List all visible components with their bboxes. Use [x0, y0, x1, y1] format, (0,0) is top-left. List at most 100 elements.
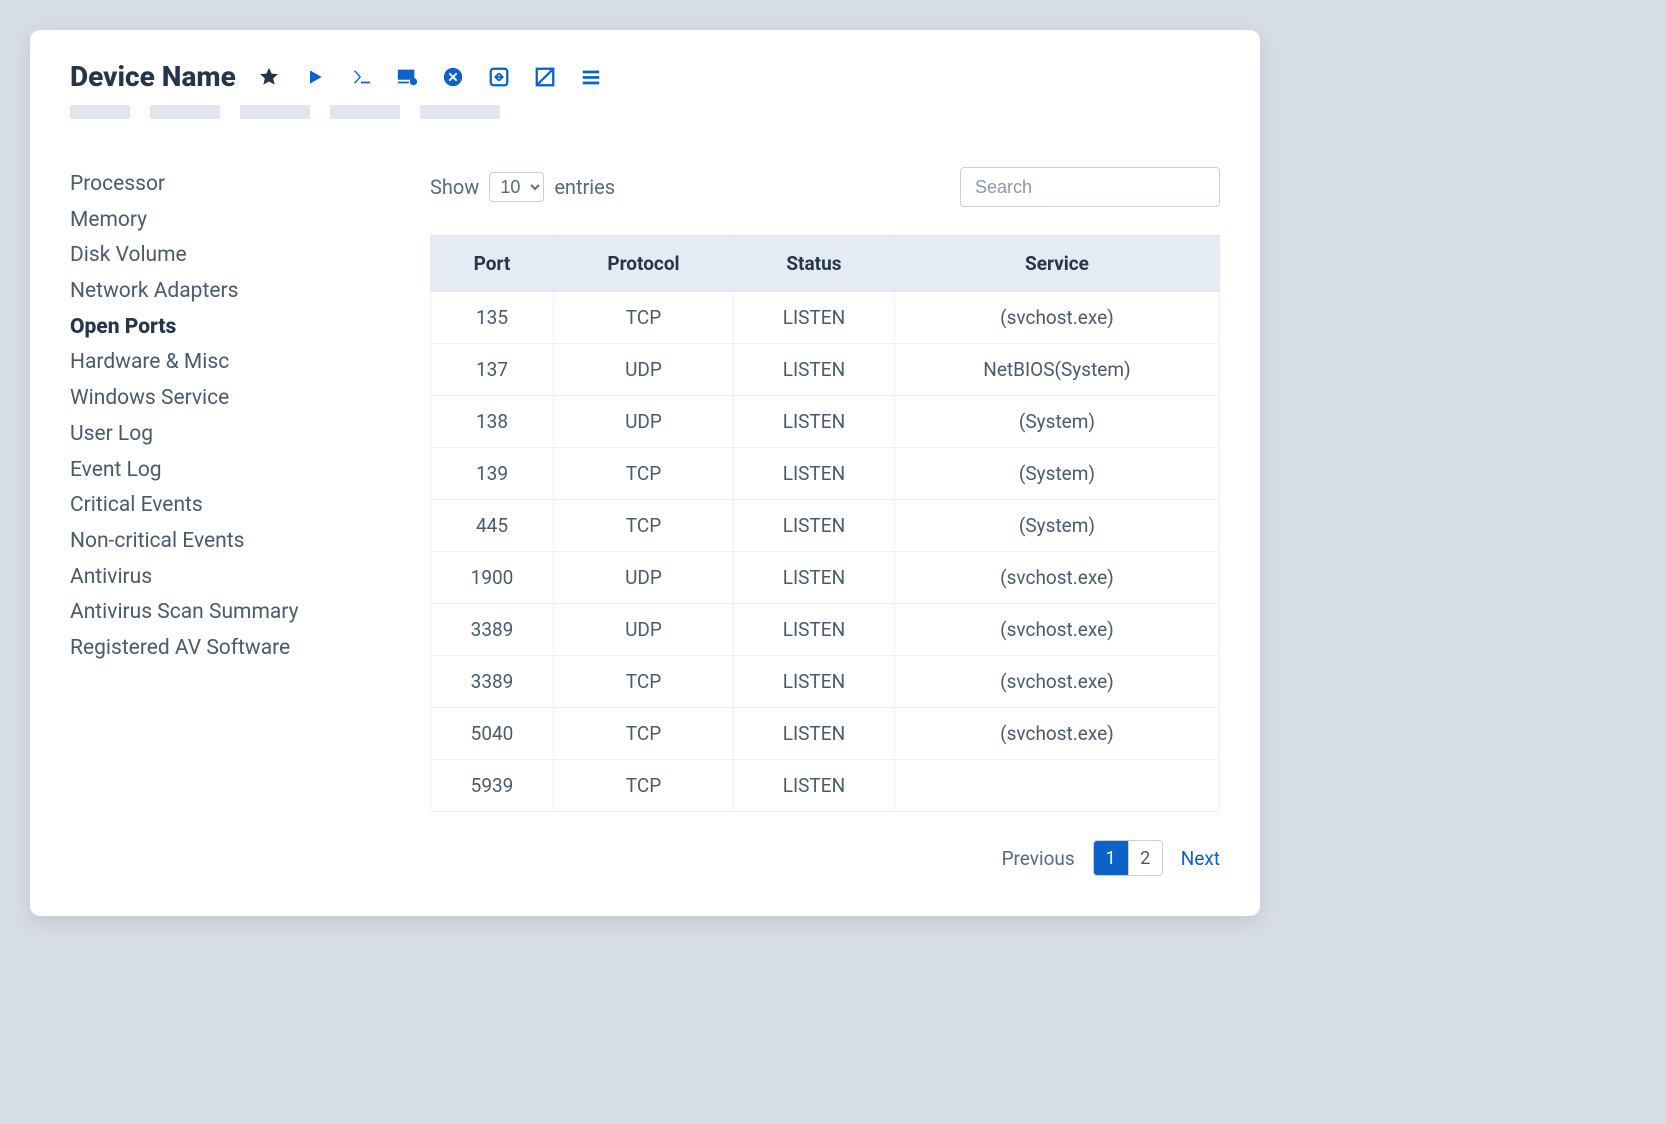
cell-protocol: UDP [554, 396, 734, 448]
cell-protocol: TCP [554, 656, 734, 708]
device-card: Device Name [30, 30, 1260, 916]
page-size-control: Show 10 entries [430, 172, 615, 202]
cell-status: LISTEN [733, 448, 894, 500]
play-icon[interactable] [304, 66, 326, 88]
table-row: 3389TCPLISTEN(svchost.exe) [431, 656, 1220, 708]
toolbar [258, 66, 602, 88]
cell-status: LISTEN [733, 396, 894, 448]
cell-service: (svchost.exe) [894, 292, 1219, 344]
column-header-port[interactable]: Port [431, 236, 554, 292]
cell-service: (svchost.exe) [894, 552, 1219, 604]
cell-protocol: UDP [554, 604, 734, 656]
header: Device Name [70, 60, 1220, 93]
cell-service: (System) [894, 396, 1219, 448]
pagination-previous[interactable]: Previous [1002, 847, 1075, 870]
column-header-protocol[interactable]: Protocol [554, 236, 734, 292]
entries-label: entries [554, 175, 615, 199]
breadcrumb-placeholders [70, 105, 1220, 119]
placeholder [420, 105, 500, 119]
table-row: 5040TCPLISTEN(svchost.exe) [431, 708, 1220, 760]
cell-port: 445 [431, 500, 554, 552]
cell-service: (svchost.exe) [894, 708, 1219, 760]
remote-desktop-icon[interactable] [396, 66, 418, 88]
table-row: 138UDPLISTEN(System) [431, 396, 1220, 448]
cell-protocol: TCP [554, 500, 734, 552]
open-ports-table: Port Protocol Status Service 135TCPLISTE… [430, 235, 1220, 812]
cell-service: (svchost.exe) [894, 656, 1219, 708]
cell-port: 3389 [431, 656, 554, 708]
device-title: Device Name [70, 60, 236, 93]
star-icon[interactable] [258, 66, 280, 88]
sidebar-item-open-ports[interactable]: Open Ports [70, 310, 370, 346]
table-row: 139TCPLISTEN(System) [431, 448, 1220, 500]
sidebar-item-memory[interactable]: Memory [70, 203, 370, 239]
cell-port: 135 [431, 292, 554, 344]
cell-status: LISTEN [733, 708, 894, 760]
cell-status: LISTEN [733, 292, 894, 344]
cell-port: 5939 [431, 760, 554, 812]
column-header-service[interactable]: Service [894, 236, 1219, 292]
table-row: 445TCPLISTEN(System) [431, 500, 1220, 552]
sidebar-item-critical-events[interactable]: Critical Events [70, 488, 370, 524]
search-input[interactable] [960, 167, 1220, 207]
page-button-1[interactable]: 1 [1094, 841, 1128, 875]
cell-status: LISTEN [733, 344, 894, 396]
cell-status: LISTEN [733, 500, 894, 552]
show-label: Show [430, 175, 479, 199]
cell-protocol: TCP [554, 448, 734, 500]
sidebar-item-non-critical-events[interactable]: Non-critical Events [70, 524, 370, 560]
sync-icon[interactable] [488, 66, 510, 88]
cell-service [894, 760, 1219, 812]
cell-protocol: TCP [554, 708, 734, 760]
cell-port: 139 [431, 448, 554, 500]
cell-service: (svchost.exe) [894, 604, 1219, 656]
sidebar-item-antivirus-scan-summary[interactable]: Antivirus Scan Summary [70, 595, 370, 631]
cell-status: LISTEN [733, 552, 894, 604]
placeholder [70, 105, 130, 119]
pagination: Previous 12 Next [430, 840, 1220, 876]
sidebar-item-user-log[interactable]: User Log [70, 417, 370, 453]
sidebar-item-registered-av-software[interactable]: Registered AV Software [70, 631, 370, 667]
tools-icon[interactable] [442, 66, 464, 88]
page-size-select[interactable]: 10 [489, 172, 544, 202]
table-controls: Show 10 entries [430, 167, 1220, 207]
cell-protocol: UDP [554, 552, 734, 604]
table-row: 3389UDPLISTEN(svchost.exe) [431, 604, 1220, 656]
blocked-icon[interactable] [534, 66, 556, 88]
terminal-icon[interactable] [350, 66, 372, 88]
cell-status: LISTEN [733, 656, 894, 708]
cell-status: LISTEN [733, 604, 894, 656]
cell-service: (System) [894, 448, 1219, 500]
table-row: 1900UDPLISTEN(svchost.exe) [431, 552, 1220, 604]
table-row: 5939TCPLISTEN [431, 760, 1220, 812]
main: Show 10 entries Port Protocol Status [430, 167, 1220, 876]
pagination-next[interactable]: Next [1181, 847, 1220, 870]
cell-service: (System) [894, 500, 1219, 552]
cell-port: 138 [431, 396, 554, 448]
sidebar-item-hardware-misc[interactable]: Hardware & Misc [70, 345, 370, 381]
cell-protocol: TCP [554, 292, 734, 344]
sidebar-item-network-adapters[interactable]: Network Adapters [70, 274, 370, 310]
column-header-status[interactable]: Status [733, 236, 894, 292]
placeholder [240, 105, 310, 119]
sidebar-item-windows-service[interactable]: Windows Service [70, 381, 370, 417]
table-row: 137UDPLISTENNetBIOS(System) [431, 344, 1220, 396]
sidebar-item-processor[interactable]: Processor [70, 167, 370, 203]
table-header-row: Port Protocol Status Service [431, 236, 1220, 292]
cell-port: 5040 [431, 708, 554, 760]
page-button-2[interactable]: 2 [1128, 841, 1162, 875]
sidebar: ProcessorMemoryDisk VolumeNetwork Adapte… [70, 167, 370, 876]
cell-port: 137 [431, 344, 554, 396]
menu-icon[interactable] [580, 66, 602, 88]
cell-protocol: TCP [554, 760, 734, 812]
sidebar-item-disk-volume[interactable]: Disk Volume [70, 238, 370, 274]
sidebar-item-antivirus[interactable]: Antivirus [70, 560, 370, 596]
search-box [960, 167, 1220, 207]
page-buttons: 12 [1093, 840, 1163, 876]
cell-port: 1900 [431, 552, 554, 604]
placeholder [150, 105, 220, 119]
sidebar-item-event-log[interactable]: Event Log [70, 453, 370, 489]
content: ProcessorMemoryDisk VolumeNetwork Adapte… [70, 167, 1220, 876]
cell-status: LISTEN [733, 760, 894, 812]
table-row: 135TCPLISTEN(svchost.exe) [431, 292, 1220, 344]
